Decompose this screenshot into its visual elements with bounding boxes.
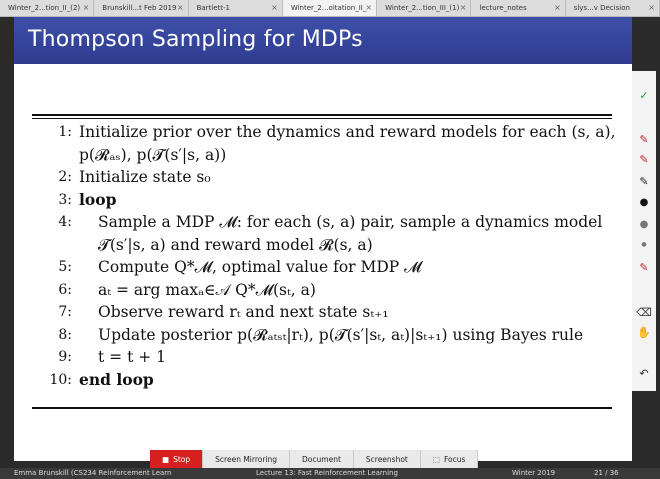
algorithm-block: 1: Initialize prior over the dynamics and… — [32, 121, 622, 391]
footer-author: Emma Brunskill (CS234 Reinforcement Lear… — [14, 469, 172, 477]
close-icon[interactable]: × — [365, 3, 372, 12]
algorithm-line: 4: Sample a MDP 𝓜: for each (s, a) pair, … — [58, 213, 603, 231]
dot-black-icon[interactable]: ● — [636, 197, 652, 208]
tab-3[interactable]: Bartlett-1 × — [189, 0, 283, 16]
tab-5[interactable]: Winter_2...tion_III_(1) × — [377, 0, 472, 16]
close-icon[interactable]: × — [177, 3, 184, 12]
algorithm-bottom-rule — [32, 407, 612, 409]
algorithm-line: 1: Initialize prior over the dynamics and… — [58, 123, 616, 141]
algorithm-line: 9: t = t + 1 — [58, 348, 167, 366]
tab-4[interactable]: Winter_2...oitation_II_ × — [282, 0, 378, 16]
algorithm-top-rule-thin — [32, 118, 612, 119]
algorithm-top-rule — [32, 114, 612, 116]
algorithm-line: 2: Initialize state s₀ — [58, 168, 211, 186]
pen-red-icon[interactable]: ✎ — [636, 133, 652, 146]
eraser-icon[interactable]: ⌫ — [636, 306, 652, 319]
tab-2[interactable]: Brunskill...t Feb 2019 × — [94, 0, 189, 16]
screen-mirroring-button[interactable]: Screen Mirroring — [203, 450, 291, 468]
pen-red-icon[interactable]: ✎ — [636, 261, 652, 274]
algorithm-line: p(𝓡ₐₛ), p(𝓣(s′|s, a)) — [79, 145, 227, 164]
annotation-toolbar: ✓ ✎ ✎ ✎ ● ● ● ✎ ⌫ ✋ ↶ — [632, 71, 656, 391]
dot-small-icon[interactable]: ● — [636, 241, 652, 248]
close-icon[interactable]: × — [648, 3, 655, 12]
focus-button[interactable]: ⬚ Focus — [420, 450, 479, 468]
document-button[interactable]: Document — [290, 450, 354, 468]
slide: Thompson Sampling for MDPs 1: Initialize … — [14, 17, 632, 461]
hand-icon[interactable]: ✋ — [636, 326, 652, 339]
close-icon[interactable]: × — [554, 3, 561, 12]
algorithm-line: 𝓣(s′|s, a) and reward model 𝓡(s, a) — [98, 235, 373, 254]
footer-term: Winter 2019 — [512, 469, 556, 477]
presenter-control-bar: ■ Stop Screen Mirroring Document Screensh… — [150, 450, 479, 468]
close-icon[interactable]: × — [460, 3, 467, 12]
undo-icon[interactable]: ↶ — [636, 367, 652, 380]
algorithm-line: 10: end loop — [49, 369, 154, 389]
algorithm-line: 6: aₜ = arg maxₐ∈𝒜 Q*𝓜(sₜ, a) — [58, 280, 316, 299]
dot-gray-icon[interactable]: ● — [636, 219, 652, 230]
slide-footer: Emma Brunskill (CS234 Reinforcement Lear… — [0, 468, 660, 479]
tab-6[interactable]: lecture_notes × — [471, 0, 566, 16]
algorithm-line: 3: loop — [58, 189, 117, 209]
pen-red-icon[interactable]: ✎ — [636, 153, 652, 166]
slide-title: Thompson Sampling for MDPs — [28, 27, 363, 52]
page-number: 21 / 36 — [594, 469, 619, 477]
tab-1[interactable]: Winter_2...tion_II_(2) × — [0, 0, 95, 16]
close-icon[interactable]: × — [271, 3, 278, 12]
stop-button[interactable]: ■ Stop — [150, 450, 204, 468]
check-icon[interactable]: ✓ — [636, 89, 652, 102]
screenshot-button[interactable]: Screenshot — [353, 450, 421, 468]
record-icon: ■ — [162, 454, 170, 464]
algorithm-line: 5: Compute Q*𝓜, optimal value for MDP 𝓜 — [58, 258, 422, 276]
browser-tab-bar: Winter_2...tion_II_(2) × Brunskill...t Fe… — [0, 0, 660, 17]
close-icon[interactable]: × — [83, 3, 90, 12]
tab-7[interactable]: slys...v Decision × — [566, 0, 660, 16]
pen-black-icon[interactable]: ✎ — [636, 175, 652, 188]
focus-icon: ⬚ — [432, 454, 440, 464]
algorithm-line: 8: Update posterior p(𝓡ₐₜₛₜ|rₜ), p(𝓣(s′|s… — [58, 325, 584, 344]
algorithm-line: 7: Observe reward rₜ and next state sₜ₊₁ — [58, 303, 389, 321]
footer-lecture: Lecture 13: Fast Reinforcement Learning — [256, 469, 398, 477]
slide-title-bar: Thompson Sampling for MDPs — [14, 17, 632, 64]
